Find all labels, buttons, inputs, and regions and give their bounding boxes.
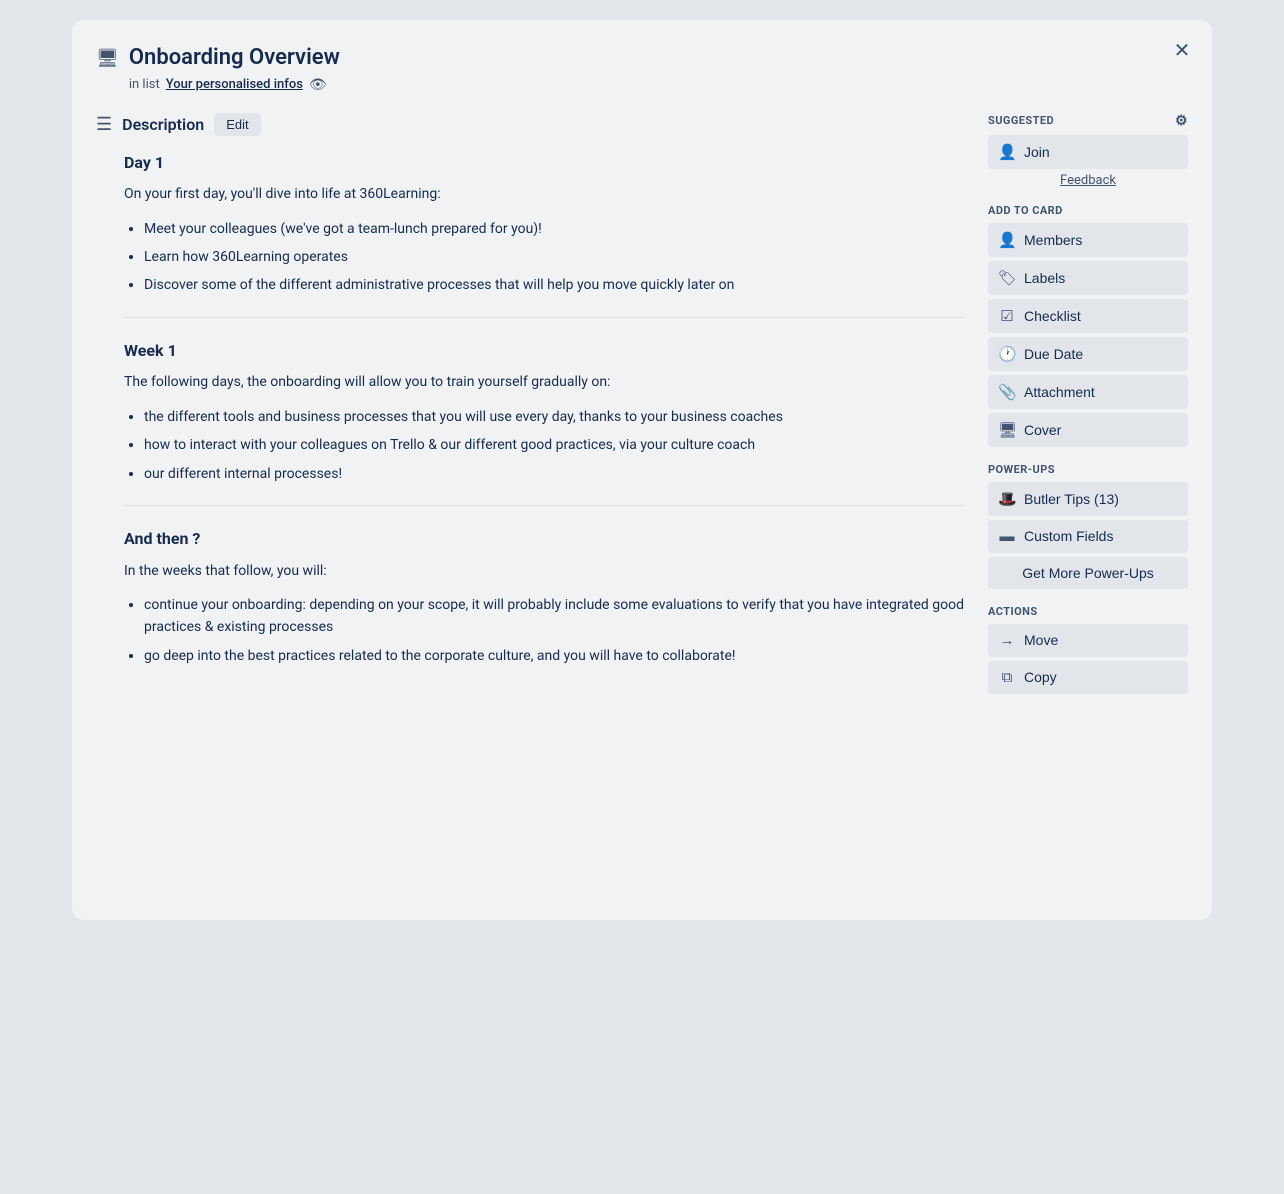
sidebar: SUGGESTED ⚙ 👤 Join Feedback ADD TO CARD … xyxy=(988,113,1188,896)
clock-icon: 🕐 xyxy=(998,345,1016,363)
labels-button[interactable]: 🏷 Labels xyxy=(988,261,1188,295)
gear-icon[interactable]: ⚙ xyxy=(1175,113,1188,129)
actions-section: ACTIONS xyxy=(988,605,1188,618)
day1-intro: On your first day, you'll dive into life… xyxy=(124,183,964,205)
join-button[interactable]: 👤 Join xyxy=(988,135,1188,169)
move-button[interactable]: → Move xyxy=(988,624,1188,657)
power-ups-section: POWER-UPS xyxy=(988,463,1188,476)
description-title: Description xyxy=(122,115,204,134)
section-divider-2 xyxy=(124,505,964,506)
week1-intro: The following days, the onboarding will … xyxy=(124,371,964,393)
join-label: Join xyxy=(1024,144,1050,160)
modal-body: ☰ Description Edit Day 1 On your first d… xyxy=(96,113,1188,896)
attachment-label: Attachment xyxy=(1024,384,1095,400)
attachment-button[interactable]: 📎 Attachment xyxy=(988,375,1188,409)
card-modal: ✕ 🖥 Onboarding Overview in list Your per… xyxy=(72,20,1212,920)
checklist-label: Checklist xyxy=(1024,308,1081,324)
section-heading-andthen: And then ? xyxy=(124,526,964,552)
description-content: Day 1 On your first day, you'll dive int… xyxy=(96,150,964,667)
description-header: ☰ Description Edit xyxy=(96,113,964,136)
custom-fields-button[interactable]: ▬ Custom Fields xyxy=(988,520,1188,553)
section-heading-week1: Week 1 xyxy=(124,338,964,364)
list-item: go deep into the best practices related … xyxy=(144,645,964,667)
due-date-button[interactable]: 🕐 Due Date xyxy=(988,337,1188,371)
section-heading-day1: Day 1 xyxy=(124,150,964,176)
day1-list: Meet your colleagues (we've got a team-l… xyxy=(144,218,964,297)
copy-icon: ⧉ xyxy=(998,669,1016,686)
labels-icon: 🏷 xyxy=(998,269,1016,287)
card-icon: 🖥 xyxy=(96,48,119,69)
card-subtitle: in list Your personalised infos 👁 xyxy=(129,77,340,93)
user-icon: 👤 xyxy=(998,143,1016,161)
members-button[interactable]: 👤 Members xyxy=(988,223,1188,257)
list-item: Meet your colleagues (we've got a team-l… xyxy=(144,218,964,240)
edit-button[interactable]: Edit xyxy=(214,113,260,136)
list-item: how to interact with your colleagues on … xyxy=(144,434,964,456)
main-content: ☰ Description Edit Day 1 On your first d… xyxy=(96,113,964,896)
get-more-power-ups-button[interactable]: Get More Power-Ups xyxy=(988,557,1188,589)
week1-list: the different tools and business process… xyxy=(144,406,964,485)
copy-button[interactable]: ⧉ Copy xyxy=(988,661,1188,694)
butler-icon: 🎩 xyxy=(998,490,1016,508)
subtitle-prefix: in list xyxy=(129,77,160,92)
list-item: our different internal processes! xyxy=(144,463,964,485)
due-date-label: Due Date xyxy=(1024,346,1083,362)
add-to-card-label: ADD TO CARD xyxy=(988,204,1063,217)
andthen-intro: In the weeks that follow, you will: xyxy=(124,560,964,582)
list-item: continue your onboarding: depending on y… xyxy=(144,594,964,639)
cover-button[interactable]: 🖥 Cover xyxy=(988,413,1188,447)
list-item: Learn how 360Learning operates xyxy=(144,246,964,268)
title-area: Onboarding Overview in list Your persona… xyxy=(129,44,340,93)
suggested-section: SUGGESTED ⚙ xyxy=(988,113,1188,129)
suggested-label: SUGGESTED xyxy=(988,114,1054,127)
add-to-card-section: ADD TO CARD xyxy=(988,204,1188,217)
close-button[interactable]: ✕ xyxy=(1166,34,1198,66)
section-divider xyxy=(124,317,964,318)
list-link[interactable]: Your personalised infos xyxy=(166,77,303,92)
custom-fields-icon: ▬ xyxy=(998,528,1016,545)
modal-header: 🖥 Onboarding Overview in list Your perso… xyxy=(96,44,1188,93)
move-label: Move xyxy=(1024,632,1058,648)
butler-tips-label: Butler Tips (13) xyxy=(1024,491,1119,507)
members-icon: 👤 xyxy=(998,231,1016,249)
card-title: Onboarding Overview xyxy=(129,44,340,73)
custom-fields-label: Custom Fields xyxy=(1024,528,1113,544)
andthen-list: continue your onboarding: depending on y… xyxy=(144,594,964,667)
labels-label: Labels xyxy=(1024,270,1065,286)
actions-label: ACTIONS xyxy=(988,605,1038,618)
feedback-link[interactable]: Feedback xyxy=(988,173,1188,188)
eye-icon: 👁 xyxy=(309,77,327,93)
checklist-button[interactable]: ☑ Checklist xyxy=(988,299,1188,333)
butler-tips-button[interactable]: 🎩 Butler Tips (13) xyxy=(988,482,1188,516)
power-ups-label: POWER-UPS xyxy=(988,463,1055,476)
members-label: Members xyxy=(1024,232,1082,248)
move-icon: → xyxy=(998,632,1016,649)
cover-label: Cover xyxy=(1024,422,1061,438)
list-item: Discover some of the different administr… xyxy=(144,274,964,296)
copy-label: Copy xyxy=(1024,669,1057,685)
description-icon: ☰ xyxy=(96,114,112,135)
attachment-icon: 📎 xyxy=(998,383,1016,401)
list-item: the different tools and business process… xyxy=(144,406,964,428)
cover-icon: 🖥 xyxy=(998,421,1016,439)
checklist-icon: ☑ xyxy=(998,307,1016,325)
